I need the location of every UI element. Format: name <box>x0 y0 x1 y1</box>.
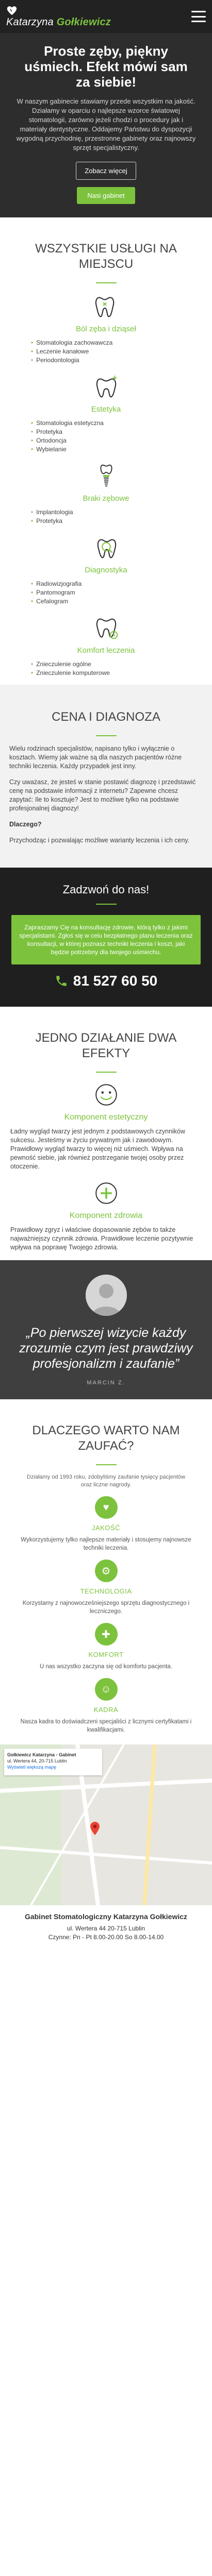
footer-address: ul. Wertera 44 20-715 Lublin <box>67 1925 145 1932</box>
why-item-text: Wykorzystujemy tylko najlepsze materiały… <box>21 1537 191 1551</box>
service-item[interactable]: Cefalogram <box>31 597 181 606</box>
price-subtitle: Dlaczego? <box>9 821 42 828</box>
phone-number[interactable]: 81 527 60 50 <box>73 973 158 989</box>
site-footer: Gabinet Stomatologiczny Katarzyna Gołkie… <box>0 1905 212 1957</box>
service-item[interactable]: Pantomogram <box>31 588 181 597</box>
chart-icon: ⚙ <box>94 1560 118 1582</box>
service-group-title: Braki zębowe <box>83 494 129 503</box>
service-item[interactable]: Stomatologia zachowawcza <box>31 338 181 347</box>
price-title: CENA I DIAGNOZA <box>52 710 160 724</box>
service-group-title: Estetyka <box>91 405 121 414</box>
phone-row[interactable]: 81 527 60 50 <box>11 973 201 989</box>
service-list: Znieczulenie ogólne Znieczulenie kompute… <box>0 660 212 677</box>
price-paragraph: Wielu rodzinach specjalistów, napisano t… <box>9 745 182 770</box>
price-paragraph: Przychodząc i pozwalając możliwe wariant… <box>9 837 190 844</box>
service-item[interactable]: Wybielanie <box>31 445 181 454</box>
hero-section: Proste zęby, piękny uśmiech. Efekt mówi … <box>0 33 212 217</box>
call-section: Zadzwoń do nas! Zapraszamy Cię na konsul… <box>0 868 212 1007</box>
service-item[interactable]: Stomatologia estetyczna <box>31 419 181 428</box>
service-list: Stomatologia zachowawcza Leczenie kanało… <box>0 338 212 365</box>
divider <box>95 904 117 905</box>
why-section: DLACZEGO WARTO NAM ZAUFAĆ? Działamy od 1… <box>0 1399 212 1734</box>
dental-implant-icon <box>100 464 112 487</box>
brand-name: Katarzyna Gołkiewicz <box>6 16 111 28</box>
map-pin-icon[interactable] <box>90 1822 100 1835</box>
divider <box>95 735 117 736</box>
diagnostics-tooth-icon <box>97 539 116 558</box>
smile-face-icon <box>95 1084 117 1106</box>
service-list: Stomatologia estetyczna Protetyka Ortodo… <box>0 419 212 454</box>
service-item[interactable]: Znieczulenie komputerowe <box>31 669 181 677</box>
effect-title: JEDNO DZIAŁANIE DWA EFEKTY <box>35 1031 177 1060</box>
effect-heading: Komponent estetyczny <box>64 1113 148 1122</box>
tooth-comfort-icon <box>96 618 118 639</box>
service-item[interactable]: Implantologia <box>31 508 181 517</box>
divider <box>95 282 117 283</box>
service-list: Implantologia Protetyka <box>0 508 212 526</box>
phone-icon <box>56 976 67 986</box>
map-info-card[interactable]: Gołkiewicz Katarzyna - Gabinet ul. Werte… <box>4 1749 102 1775</box>
effect-paragraph: Prawidłowy zgryz i właściwe dopasowanie … <box>10 1226 193 1251</box>
service-list: Radiowizjografia Pantomogram Cefalogram <box>0 580 212 606</box>
tooth-pain-icon <box>95 297 114 317</box>
price-paragraph: Czy uważasz, że jesteś w stanie postawić… <box>9 778 196 812</box>
why-title: DLACZEGO WARTO NAM ZAUFAĆ? <box>32 1423 180 1453</box>
logo[interactable]: Katarzyna Gołkiewicz <box>6 5 111 28</box>
divider <box>95 1464 117 1465</box>
why-item-text: U nas wszystko zaczyna się od komfortu p… <box>40 1664 172 1670</box>
heart-icon: ♥ <box>94 1496 118 1519</box>
avatar <box>85 1275 127 1316</box>
testimonial-author: MARCIN Z. <box>87 1380 125 1386</box>
service-group-title: Diagnostyka <box>85 566 127 574</box>
service-item[interactable]: Leczenie kanałowe <box>31 347 181 356</box>
service-group-title: Komfort leczenia <box>77 646 135 655</box>
divider <box>95 1072 117 1073</box>
footer-hours: Czynne: Pn - Pt 8.00-20.00 So 8.00-14.00 <box>48 1934 164 1941</box>
why-item-title: JAKOŚĆ <box>91 1524 120 1532</box>
testimonial-quote: „Po pierwszej wizycie każdy zrozumie czy… <box>19 1326 193 1371</box>
effect-heading: Komponent zdrowia <box>69 1211 143 1220</box>
heart-logo-icon <box>7 6 17 15</box>
tooth-sparkle-icon <box>96 375 118 398</box>
effect-paragraph: Ładny wygląd twarzy jest jednym z podsta… <box>10 1128 186 1170</box>
service-item[interactable]: Protetyka <box>31 428 181 436</box>
why-item-title: KOMFORT <box>88 1651 124 1658</box>
comfort-icon: ✚ <box>94 1623 118 1646</box>
services-section: WSZYSTKIE USŁUGI NA MIEJSCU Ból zęba i d… <box>0 217 212 677</box>
service-item[interactable]: Znieczulenie ogólne <box>31 660 181 669</box>
service-item[interactable]: Protetyka <box>31 517 181 526</box>
why-item-title: KADRA <box>93 1706 119 1714</box>
why-item-text: Nasza kadra to doświadczeni specjaliści … <box>20 1719 192 1733</box>
site-header: Katarzyna Gołkiewicz <box>0 0 212 33</box>
why-item-text: Korzystamy z najnowocześniejszego sprzęt… <box>22 1600 190 1615</box>
footer-name: Gabinet Stomatologiczny Katarzyna Gołkie… <box>24 1912 188 1921</box>
effect-section: JEDNO DZIAŁANIE DWA EFEKTY Komponent est… <box>0 1007 212 1252</box>
services-title: WSZYSTKIE USŁUGI NA MIEJSCU <box>35 242 177 271</box>
map-embed[interactable]: Gołkiewicz Katarzyna - Gabinet ul. Werte… <box>0 1744 212 1905</box>
price-section: CENA I DIAGNOZA Wielu rodzinach specjali… <box>0 685 212 868</box>
service-item[interactable]: Ortodoncja <box>31 436 181 445</box>
testimonial-section: „Po pierwszej wizycie każdy zrozumie czy… <box>0 1260 212 1399</box>
contact-button[interactable]: Nasi gabinet <box>77 187 135 204</box>
health-cross-icon <box>95 1182 117 1204</box>
see-more-button[interactable]: Zobacz więcej <box>76 162 136 180</box>
call-card: Zapraszamy Cię na konsultację zdrowie, k… <box>11 915 201 964</box>
team-icon: ☺ <box>94 1678 118 1701</box>
service-item[interactable]: Periodontologia <box>31 356 181 365</box>
service-group-title: Ból zęba i dziąseł <box>76 325 136 333</box>
hamburger-menu-icon[interactable] <box>191 11 206 22</box>
call-title: Zadzwoń do nas! <box>62 883 150 896</box>
why-intro: Działamy od 1993 roku, zdobyliśmy zaufan… <box>27 1474 185 1488</box>
why-item-title: TECHNOLOGIA <box>80 1587 132 1595</box>
hero-title: Proste zęby, piękny uśmiech. Efekt mówi … <box>24 43 188 90</box>
service-item[interactable]: Radiowizjografia <box>31 580 181 588</box>
hero-text: W naszym gabinecie stawiamy przede wszys… <box>16 97 196 151</box>
